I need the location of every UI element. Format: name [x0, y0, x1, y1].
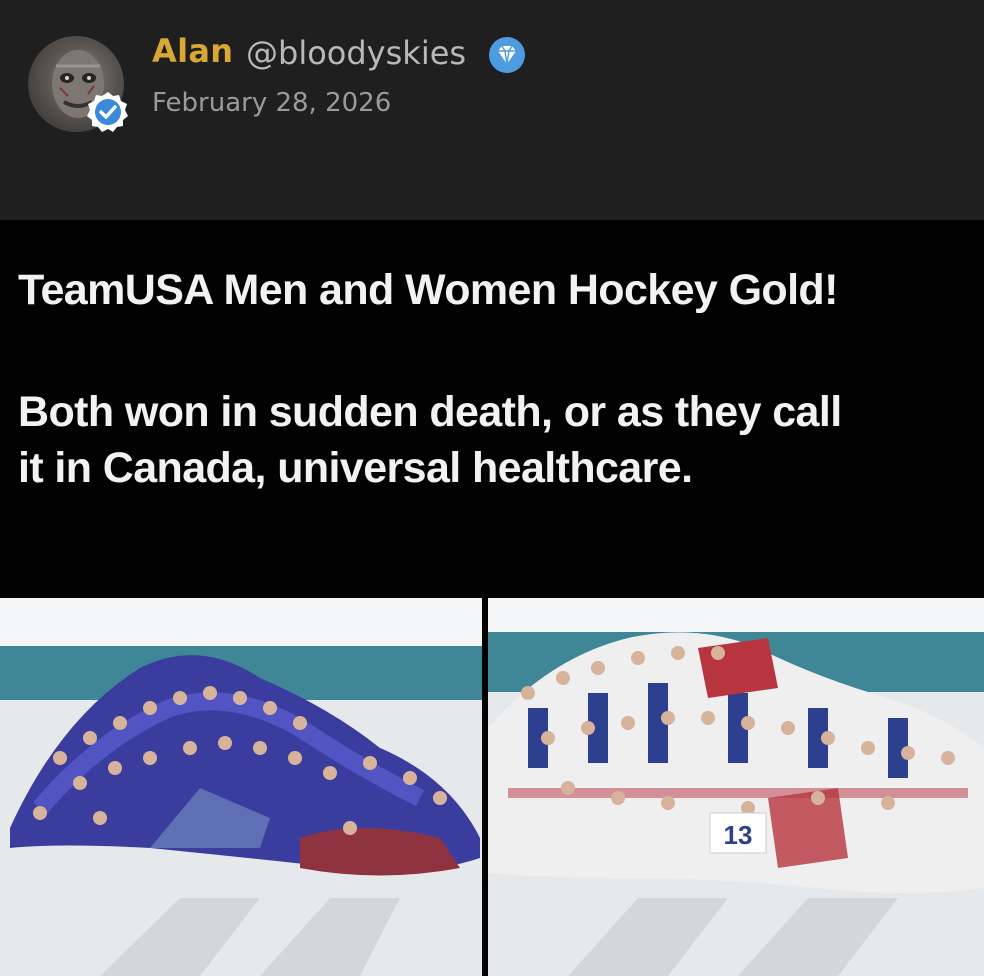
women-team-photo-image: [0, 598, 482, 976]
meme-punchline-line-1: Both won in sudden death, or as they cal…: [18, 388, 842, 436]
post-date[interactable]: February 28, 2026: [152, 88, 391, 118]
men-team-photo: 13: [488, 598, 984, 976]
diamond-icon: [489, 37, 525, 73]
women-team-photo: [0, 598, 482, 976]
author-name[interactable]: Alan: [152, 32, 233, 70]
meme-title: TeamUSA Men and Women Hockey Gold!: [18, 266, 838, 314]
meme-punchline-line-2: it in Canada, universal healthcare.: [18, 444, 693, 492]
post-header: Alan @bloodyskies February 28, 2026: [0, 0, 984, 220]
meme-image[interactable]: TeamUSA Men and Women Hockey Gold! Both …: [0, 220, 984, 976]
verified-check-icon: [87, 92, 128, 132]
jersey-number: 13: [724, 820, 753, 850]
meme-punchline: Both won in sudden death, or as they cal…: [18, 384, 842, 496]
men-team-photo-image: 13: [488, 598, 984, 976]
author-handle[interactable]: @bloodyskies: [246, 34, 466, 72]
